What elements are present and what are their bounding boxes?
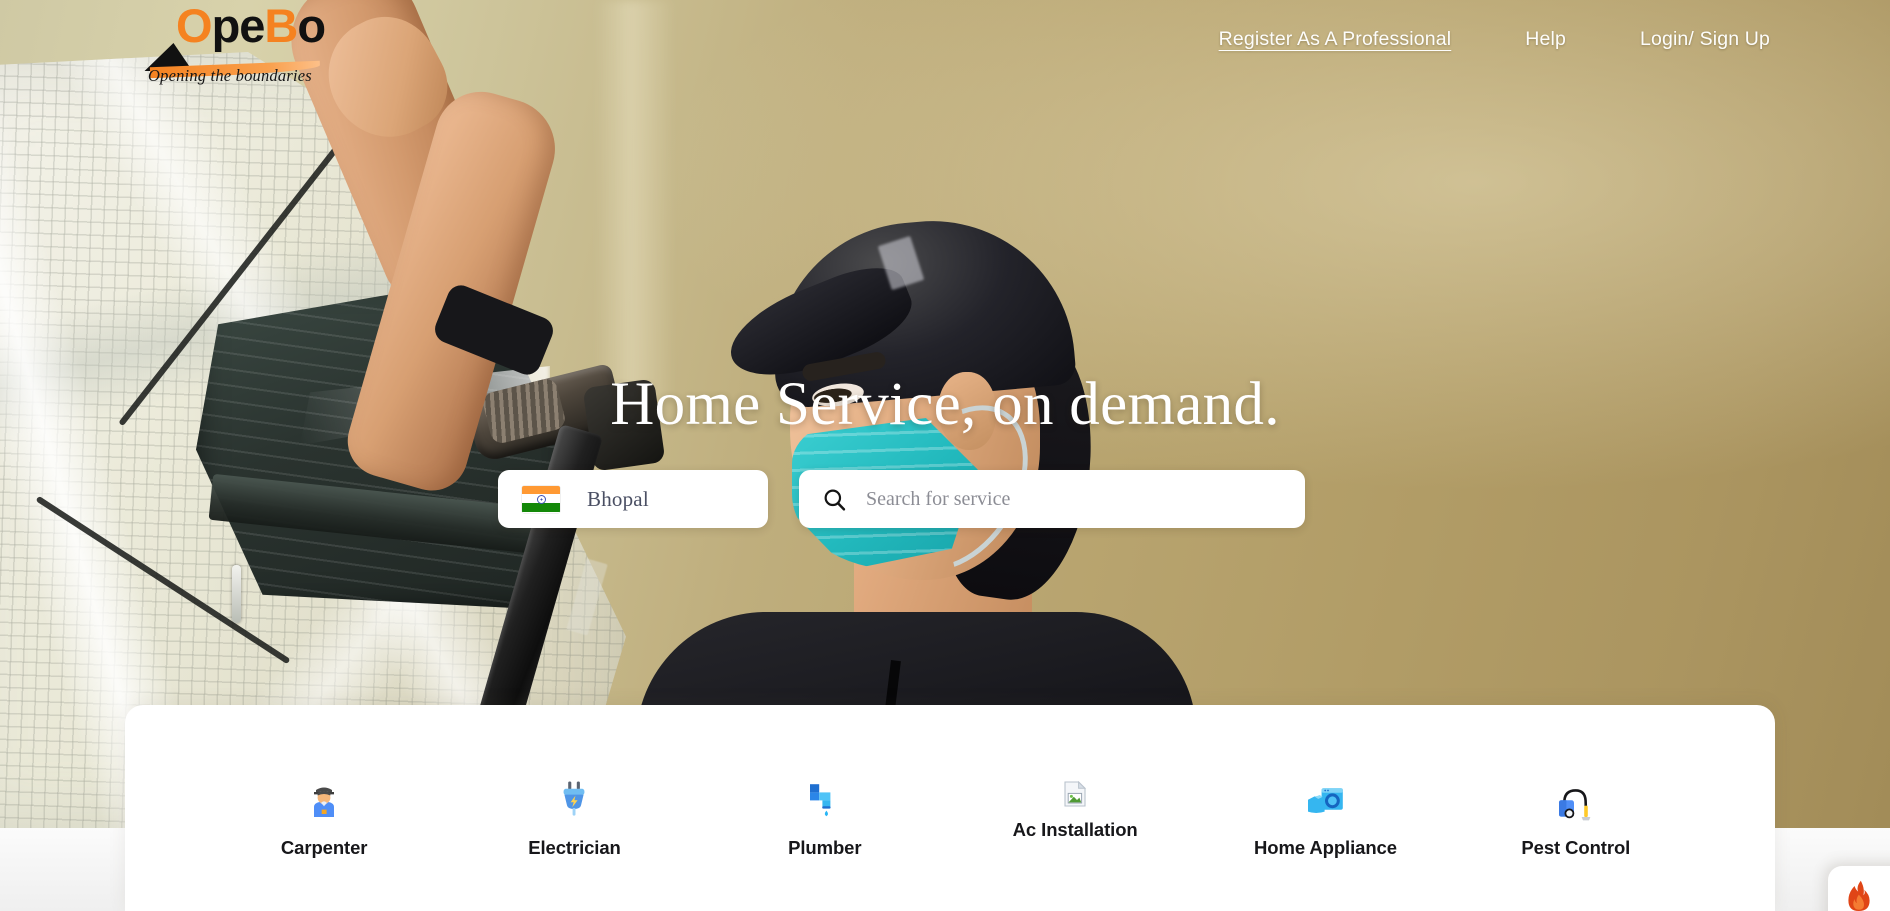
- logo-tagline: Opening the boundaries: [148, 66, 312, 85]
- logo-letters-pe: pe: [211, 0, 266, 52]
- nav-link-login-sign-up[interactable]: Login/ Sign Up: [1640, 28, 1770, 51]
- nav-links: Register As A Professional Help Login/ S…: [1219, 28, 1770, 51]
- service-category-electrician[interactable]: Electrician: [449, 781, 699, 859]
- electrician-plug-icon: [559, 781, 589, 825]
- service-category-plumber[interactable]: Plumber: [700, 781, 950, 859]
- search-input[interactable]: [866, 487, 1286, 511]
- ashoka-chakra-icon: [536, 494, 546, 504]
- service-label: Pest Control: [1521, 837, 1631, 858]
- hero-search-row: Bhopal: [498, 470, 1305, 528]
- search-icon: [824, 489, 846, 511]
- india-flag-icon: [522, 485, 560, 513]
- home-appliance-icon: [1306, 781, 1344, 825]
- logo-letter-b: B: [264, 0, 298, 52]
- service-search-box[interactable]: [799, 470, 1305, 528]
- service-label: Electrician: [528, 837, 621, 858]
- hero-headline: Home Service, on demand.: [610, 371, 1280, 438]
- logo-letter-o2: o: [297, 0, 326, 52]
- selected-city-label: Bhopal: [587, 486, 649, 511]
- broken-image-icon: [1064, 781, 1087, 807]
- fire-icon: [1848, 880, 1870, 911]
- service-category-pest-control[interactable]: Pest Control: [1451, 781, 1701, 859]
- top-navigation-bar: OpeBo Opening the boundaries Register As…: [0, 0, 1890, 100]
- city-selector[interactable]: Bhopal: [498, 470, 768, 528]
- page-background: [0, 828, 125, 911]
- opebo-logo[interactable]: OpeBo Opening the boundaries: [144, 2, 336, 90]
- service-categories-card: Carpenter Electrician Plumber Ac Install…: [125, 705, 1775, 911]
- bag-zipper: [232, 565, 241, 623]
- service-category-carpenter[interactable]: Carpenter: [199, 781, 449, 859]
- carpenter-icon: [308, 781, 340, 825]
- service-categories-row: Carpenter Electrician Plumber Ac Install…: [125, 705, 1775, 911]
- floating-fire-badge[interactable]: [1828, 866, 1890, 911]
- service-label: Ac Installation: [1012, 819, 1138, 840]
- plumber-pipe-icon: [808, 781, 842, 825]
- service-label: Plumber: [788, 837, 862, 858]
- logo-letter-o: O: [176, 0, 213, 52]
- nav-link-register-as-a-professional[interactable]: Register As A Professional: [1219, 28, 1452, 51]
- service-label: Carpenter: [280, 837, 368, 858]
- nav-link-help[interactable]: Help: [1525, 28, 1566, 51]
- logo-wordmark: OpeBo: [176, 0, 326, 52]
- pest-control-vacuum-icon: [1558, 781, 1594, 825]
- service-category-home-appliance[interactable]: Home Appliance: [1200, 781, 1450, 859]
- service-label: Home Appliance: [1254, 837, 1397, 858]
- service-category-ac-installation[interactable]: Ac Installation: [950, 781, 1200, 841]
